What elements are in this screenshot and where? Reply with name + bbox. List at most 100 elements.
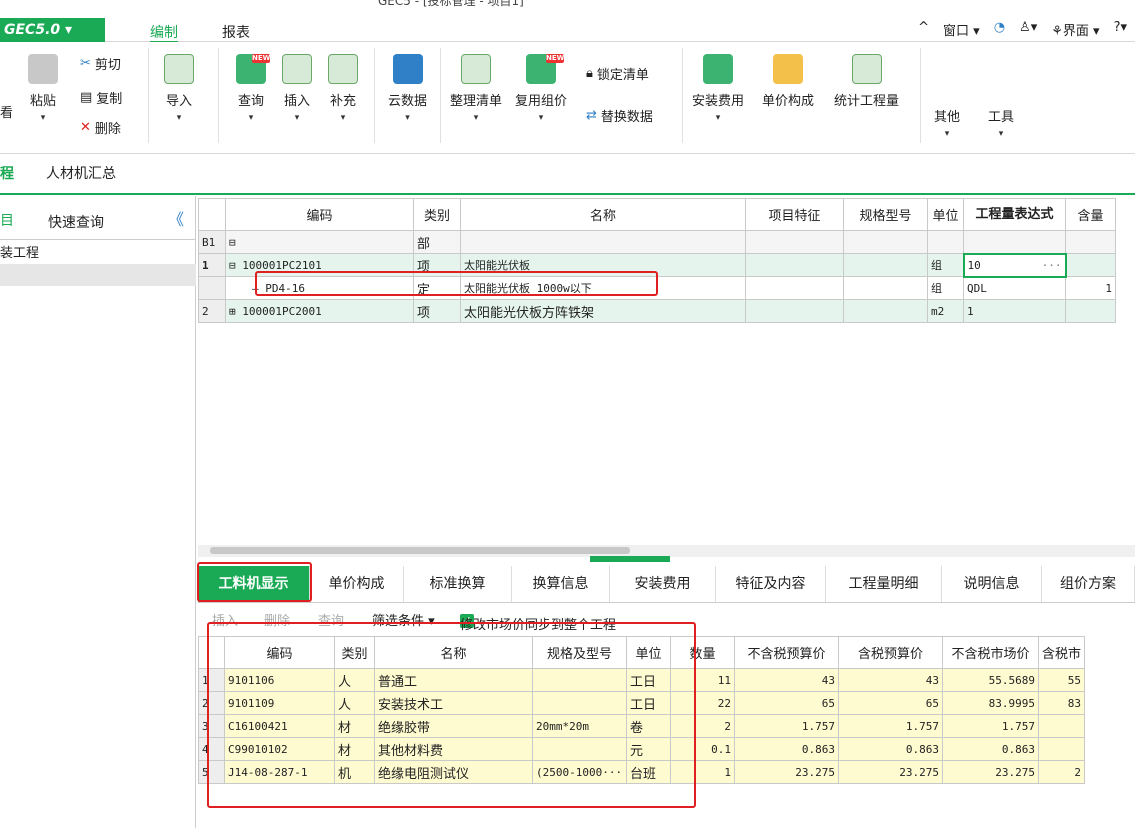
unit-cell[interactable]: 组 xyxy=(927,253,964,277)
code-cell[interactable]: ⊟ xyxy=(225,230,414,254)
cloud-data-button[interactable]: 云数据 ▾ xyxy=(388,54,427,123)
table-row[interactable]: 1 9101106 人普通工 工日 11 43 43 55.5689 55 xyxy=(198,668,1086,692)
collapse-ribbon-icon[interactable]: ^ xyxy=(918,20,929,39)
expr-cell[interactable]: 1 xyxy=(963,299,1066,323)
expr-cell-active[interactable]: 10 ··· xyxy=(962,252,1067,278)
delete-button[interactable]: ✕ 删除 xyxy=(80,118,121,137)
view-button[interactable]: 看 xyxy=(0,102,13,121)
header-cell[interactable]: 项目特征 xyxy=(745,198,844,231)
name-cell[interactable]: 绝缘胶带 xyxy=(374,714,533,738)
tax-budget-price-cell[interactable]: 43 xyxy=(838,668,943,692)
code-cell[interactable]: C99010102 xyxy=(224,737,335,761)
name-cell[interactable]: 绝缘电阻测试仪 xyxy=(374,760,533,784)
type-cell[interactable]: 人 xyxy=(334,691,375,715)
unit-cell[interactable]: 元 xyxy=(626,737,671,761)
qty-cell[interactable]: 2 xyxy=(670,714,735,738)
cell[interactable] xyxy=(927,230,964,254)
spec-cell[interactable] xyxy=(532,691,627,715)
expand-icon[interactable]: ⊞ xyxy=(229,305,236,318)
tab-quantity-detail[interactable]: 工程量明细 xyxy=(826,566,942,602)
spec-cell[interactable] xyxy=(532,668,627,692)
filter-dropdown[interactable]: 筛选条件 ▾ xyxy=(372,610,435,629)
table-row[interactable]: 2 9101109 人安装技术工 工日 22 65 65 83.9995 83 xyxy=(198,691,1086,715)
qty-cell[interactable] xyxy=(1065,299,1116,323)
table-row[interactable]: 4 C99010102 材其他材料费元 0.1 0.863 0.863 0.863 xyxy=(198,737,1086,761)
code-cell[interactable]: 9101109 xyxy=(224,691,335,715)
header-cell[interactable]: 不含税预算价 xyxy=(734,636,839,669)
collapse-icon[interactable]: ⊟ xyxy=(229,236,236,249)
query-button[interactable]: 查询 ▾ xyxy=(236,54,266,123)
cell[interactable] xyxy=(1065,230,1116,254)
table-row[interactable]: 5 J14-08-287-1 机绝缘电阻测试仪 (2500-1000··· 台班 1 23.… xyxy=(198,760,1086,784)
unit-cell[interactable]: 工日 xyxy=(626,668,671,692)
name-cell[interactable]: 其他材料费 xyxy=(374,737,533,761)
delete-button[interactable]: 删除 xyxy=(264,610,290,629)
header-cell[interactable]: 不含税市场价 xyxy=(942,636,1039,669)
name-cell[interactable]: 普通工 xyxy=(374,668,533,692)
type-cell[interactable]: 材 xyxy=(334,714,375,738)
window-menu[interactable]: 窗口 ▾ xyxy=(943,20,980,39)
feature-cell[interactable] xyxy=(745,299,844,323)
tax-market-price-cell[interactable]: 83 xyxy=(1037,691,1086,715)
budget-price-cell[interactable]: 65 xyxy=(734,691,839,715)
paste-button[interactable]: 粘贴 ▾ xyxy=(28,54,58,123)
header-cell[interactable]: 单位 xyxy=(927,198,964,231)
expr-cell[interactable]: QDL xyxy=(963,276,1066,300)
name-cell[interactable]: 太阳能光伏板 xyxy=(460,253,746,277)
qty-cell[interactable]: 1 xyxy=(1065,276,1116,300)
cut-button[interactable]: ✂ 剪切 xyxy=(80,54,121,73)
code-cell[interactable]: C16100421 xyxy=(224,714,335,738)
tab-labor-material-machine[interactable]: 工料机显示 xyxy=(198,566,310,602)
budget-price-cell[interactable]: 43 xyxy=(734,668,839,692)
tax-market-price-cell[interactable] xyxy=(1037,714,1086,738)
tree-item-install-project[interactable]: 装工程 xyxy=(0,244,196,264)
tab-edit[interactable]: 编制 xyxy=(150,22,178,44)
stat-quantity-button[interactable]: 统计工程量 xyxy=(834,54,899,109)
table-row[interactable]: B1 ⊟ 部 xyxy=(198,230,1116,254)
code-cell[interactable]: ⊞ 100001PC2001 xyxy=(225,299,414,323)
tab-install-fee[interactable]: 安装费用 xyxy=(610,566,716,602)
header-cell[interactable]: 含税预算价 xyxy=(838,636,943,669)
type-cell[interactable]: 材 xyxy=(334,737,375,761)
unit-cell[interactable]: 组 xyxy=(927,276,964,300)
tools-button[interactable]: 工具 ▾ xyxy=(988,106,1014,139)
qty-cell[interactable]: 1 xyxy=(670,760,735,784)
cell[interactable] xyxy=(843,230,928,254)
tab-labor-material-summary[interactable]: 人材机汇总 xyxy=(36,154,126,194)
qty-cell[interactable]: 22 xyxy=(670,691,735,715)
unit-cell[interactable]: 卷 xyxy=(626,714,671,738)
name-cell[interactable]: 太阳能光伏板 1000w以下 xyxy=(460,276,746,300)
tab-feature-content[interactable]: 特征及内容 xyxy=(716,566,826,602)
spec-cell[interactable] xyxy=(843,276,928,300)
table-row[interactable]: 3 C16100421 材绝缘胶带 20mm*20m 卷 2 1.757 1.757 1.757 xyxy=(198,714,1086,738)
header-cell[interactable]: 数量 xyxy=(670,636,735,669)
type-cell[interactable]: 项 xyxy=(413,299,461,323)
type-cell[interactable]: 定 xyxy=(413,276,461,300)
tax-budget-price-cell[interactable]: 65 xyxy=(838,691,943,715)
query-button[interactable]: 查询 xyxy=(318,610,344,629)
lock-list-button[interactable]: 🔒︎ 锁定清单 xyxy=(586,64,649,83)
unit-price-button[interactable]: 单价构成 xyxy=(762,54,814,109)
budget-price-cell[interactable]: 0.863 xyxy=(734,737,839,761)
tab-project[interactable]: 程 xyxy=(0,154,24,194)
tab-project-tree[interactable]: 目 xyxy=(0,210,14,230)
type-cell[interactable]: 项 xyxy=(413,253,461,277)
other-button[interactable]: 其他 ▾ xyxy=(934,106,960,139)
table-row[interactable]: — PD4-16 定 太阳能光伏板 1000w以下 组 QDL 1 xyxy=(198,276,1116,300)
budget-price-cell[interactable]: 23.275 xyxy=(734,760,839,784)
spec-cell[interactable]: (2500-1000··· xyxy=(532,760,627,784)
header-cell[interactable]: 编码 xyxy=(225,198,414,231)
tax-market-price-cell[interactable] xyxy=(1037,737,1086,761)
tab-report[interactable]: 报表 xyxy=(222,22,250,42)
view-menu[interactable]: ⚘界面 ▾ xyxy=(1051,20,1099,39)
market-price-cell[interactable]: 23.275 xyxy=(942,760,1039,784)
qty-cell[interactable]: 0.1 xyxy=(670,737,735,761)
tax-market-price-cell[interactable]: 55 xyxy=(1037,668,1086,692)
code-cell[interactable]: — PD4-16 xyxy=(225,276,414,300)
code-cell[interactable]: 9101106 xyxy=(224,668,335,692)
feature-cell[interactable] xyxy=(745,253,844,277)
name-cell[interactable] xyxy=(460,230,746,254)
reuse-pricing-button[interactable]: 复用组价 ▾ xyxy=(515,54,567,123)
header-cell[interactable]: 含税市 xyxy=(1037,636,1086,669)
install-fee-button[interactable]: 安装费用 ▾ xyxy=(692,54,744,123)
